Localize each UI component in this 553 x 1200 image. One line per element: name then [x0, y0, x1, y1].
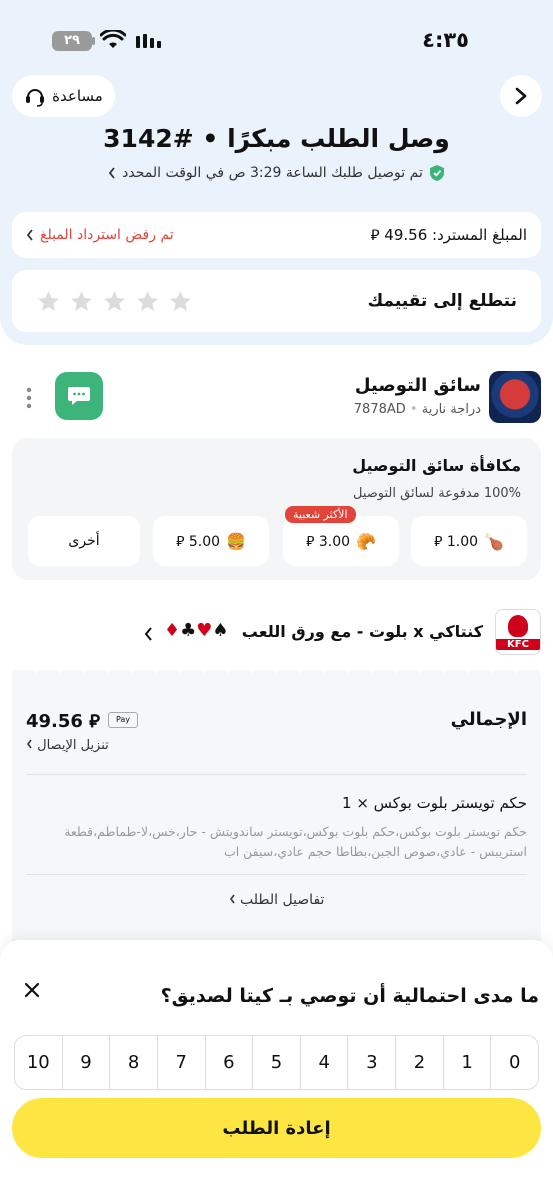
- total-label: الإجمالي: [450, 709, 527, 730]
- nps-option[interactable]: 6: [204, 1036, 253, 1089]
- signal-icon: [136, 34, 161, 48]
- courier-meta: دراجة نارية • 7878AD: [353, 402, 481, 417]
- chat-icon: [68, 387, 90, 405]
- tip-option-3[interactable]: الأكثر شعبية 🥐 3.00 ⃁: [283, 506, 399, 566]
- order-details-link[interactable]: تفاصيل الطلب: [12, 892, 541, 908]
- tip-card: مكافأة سائق التوصيل 100% مدفوعة لسائق ال…: [12, 438, 541, 580]
- nps-question: ما مدى احتمالية أن توصي بـ كيتا لصديق؟: [160, 985, 539, 1007]
- page-title: وصل الطلب مبكرًا • #3142: [103, 124, 450, 153]
- item-title: حكم تويستر بلوت بوكس × 1: [342, 794, 527, 812]
- nps-option[interactable]: 2: [395, 1036, 443, 1089]
- chevron-left-icon: [26, 229, 33, 241]
- nps-option[interactable]: 5: [252, 1036, 300, 1089]
- popular-badge: الأكثر شعبية: [285, 506, 356, 523]
- headset-icon: [26, 89, 45, 107]
- tip-title: مكافأة سائق التوصيل: [352, 456, 521, 475]
- nps-option[interactable]: 1: [442, 1036, 491, 1089]
- store-row[interactable]: KFC كنتاكي x بلوت - مع ورق اللعب ♠♥♣♦: [0, 605, 553, 661]
- apple-pay-icon: Pay: [108, 712, 138, 728]
- nps-option[interactable]: 7: [156, 1036, 205, 1089]
- chevron-left-icon: [109, 167, 115, 179]
- courier-row: سائق التوصيل دراجة نارية • 7878AD: [0, 365, 553, 427]
- nps-option[interactable]: 3: [347, 1036, 395, 1089]
- suit-heart: ♥: [196, 620, 213, 641]
- croissant-icon: 🥐: [356, 531, 376, 551]
- back-button[interactable]: [500, 75, 542, 117]
- chevron-left-icon: [144, 627, 152, 641]
- suit-spade: ♠: [212, 620, 229, 641]
- star-icon[interactable]: [135, 289, 160, 314]
- courier-title: سائق التوصيل: [354, 375, 481, 396]
- delivery-note-text: تم توصيل طلبك الساعة 3:29 ص في الوقت الم…: [122, 165, 423, 181]
- nps-panel: ما مدى احتمالية أن توصي بـ كيتا لصديق؟ 1…: [0, 940, 553, 1200]
- tip-option-label: 3.00 ⃁: [306, 534, 351, 550]
- courier-vehicle: دراجة نارية: [421, 402, 481, 417]
- reorder-button[interactable]: إعادة الطلب: [12, 1098, 541, 1158]
- star-icon[interactable]: [36, 289, 61, 314]
- battery-level: ٢٩: [64, 33, 80, 48]
- chevron-right-icon: [515, 87, 527, 105]
- store-name: كنتاكي x بلوت - مع ورق اللعب: [241, 622, 483, 641]
- chat-button[interactable]: [55, 372, 103, 420]
- tip-option-other[interactable]: أخرى: [28, 516, 140, 566]
- kfc-logo: KFC: [495, 609, 541, 655]
- battery-tip: [92, 37, 95, 45]
- close-icon[interactable]: [22, 980, 42, 1000]
- chevron-left-icon: [229, 894, 235, 904]
- tip-subtitle: 100% مدفوعة لسائق التوصيل: [352, 486, 521, 501]
- divider: [26, 774, 527, 775]
- rating-card: نتطلع إلى تقييمك: [12, 270, 541, 332]
- refund-card[interactable]: المبلغ المسترد: 49.56 ⃁ تم رفض استرداد ا…: [12, 212, 541, 258]
- courier-avatar: [489, 371, 541, 423]
- refund-status: تم رفض استرداد المبلغ: [26, 227, 174, 243]
- rating-prompt: نتطلع إلى تقييمك: [367, 291, 517, 311]
- receipt-edge-top: [12, 670, 541, 682]
- wifi-icon: [100, 30, 126, 48]
- refund-amount: المبلغ المسترد: 49.56 ⃁: [370, 225, 527, 244]
- star-icon[interactable]: [69, 289, 94, 314]
- download-receipt-link[interactable]: تنزيل الإيصال: [26, 738, 109, 753]
- receipt-card: الإجمالي Pay 49.56 ⃁ تنزيل الإيصال حكم ت…: [12, 670, 541, 941]
- nps-option[interactable]: 9: [61, 1036, 110, 1089]
- burger-icon: 🍔: [226, 531, 246, 551]
- nps-option[interactable]: 10: [15, 1036, 62, 1089]
- suit-club: ♣: [180, 620, 197, 641]
- nps-option[interactable]: 4: [299, 1036, 348, 1089]
- courier-plate: 7878AD: [353, 402, 406, 417]
- help-button[interactable]: مساعدة: [12, 75, 115, 117]
- refund-status-text: تم رفض استرداد المبلغ: [40, 227, 174, 243]
- tip-option-1[interactable]: 🍗 1.00 ⃁: [411, 516, 527, 566]
- download-receipt-text: تنزيل الإيصال: [37, 738, 109, 753]
- nps-option[interactable]: 0: [490, 1036, 538, 1089]
- star-icon[interactable]: [168, 289, 193, 314]
- tip-option-5[interactable]: 🍔 5.00 ⃁: [153, 516, 269, 566]
- chevron-left-icon: [27, 739, 32, 749]
- shield-check-icon: [429, 165, 444, 181]
- reorder-label: إعادة الطلب: [222, 1117, 331, 1139]
- help-label: مساعدة: [52, 87, 103, 105]
- nps-option[interactable]: 8: [109, 1036, 157, 1089]
- status-bar: ٢٩ ٤:٣٥: [0, 22, 553, 62]
- nps-scale: 10 9 8 7 6 5 4 3 2 1 0: [14, 1035, 539, 1090]
- total-amount: 49.56 ⃁: [26, 711, 100, 732]
- colonel-icon: [508, 614, 528, 637]
- star-icon[interactable]: [102, 289, 127, 314]
- drumstick-icon: 🍗: [484, 531, 504, 551]
- tip-option-label: 1.00 ⃁: [434, 534, 479, 550]
- item-description: حكم تويستر بلوت بوكس،حكم بلوت بوكس،تويست…: [64, 824, 527, 859]
- tip-option-label: 5.00 ⃁: [176, 534, 221, 550]
- kfc-logo-text: KFC: [496, 638, 540, 650]
- more-vertical-icon[interactable]: [26, 387, 32, 409]
- order-details-text: تفاصيل الطلب: [240, 892, 325, 908]
- suit-diamond: ♦: [164, 620, 181, 641]
- status-time: ٤:٣٥: [422, 28, 469, 52]
- tip-option-label: أخرى: [68, 533, 100, 549]
- card-suits: ♠♥♣♦: [164, 620, 229, 641]
- battery-icon: ٢٩: [52, 31, 92, 51]
- divider: [26, 874, 527, 875]
- rating-stars[interactable]: [36, 289, 193, 314]
- delivery-note-link[interactable]: تم توصيل طلبك الساعة 3:29 ص في الوقت الم…: [0, 164, 553, 182]
